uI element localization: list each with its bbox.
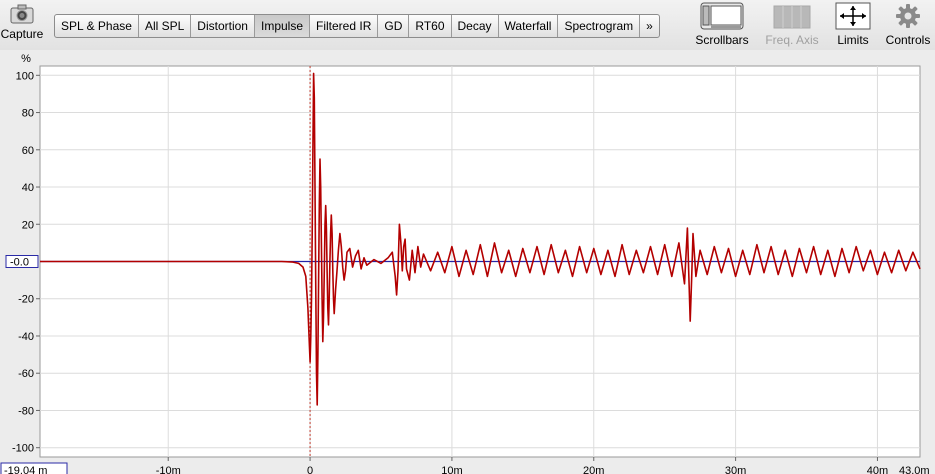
y-tick-label: -100	[12, 443, 34, 455]
y-tick-label: 60	[22, 145, 34, 157]
tab-spl-phase[interactable]: SPL & Phase	[55, 15, 139, 37]
tab-gd[interactable]: GD	[378, 15, 410, 37]
gear-icon	[896, 4, 920, 28]
y-tick-label: -40	[18, 331, 34, 343]
scrollbars-button[interactable]: Scrollbars	[692, 2, 752, 47]
x-end-value: 43.0m	[899, 465, 930, 474]
x-tick-label: 10m	[441, 465, 462, 474]
capture-button[interactable]: Capture	[0, 4, 44, 41]
scrollbars-icon	[700, 2, 744, 30]
camera-icon	[10, 4, 34, 24]
x-tick-label: -10m	[156, 465, 181, 474]
impulse-chart[interactable]: % 100 80 60 40 20 -20 -40 -60 -80 -100 -10m 0 10m 20…	[0, 50, 935, 474]
freq-axis-label: Freq. Axis	[765, 33, 819, 47]
tab-decay[interactable]: Decay	[452, 15, 499, 37]
y-tick-label: -20	[18, 294, 34, 306]
y-tick-label: 100	[16, 70, 34, 82]
tab-distortion[interactable]: Distortion	[191, 15, 255, 37]
x-axis: -10m 0 10m 20m 30m 40m	[156, 457, 888, 474]
y-tick-label: 80	[22, 108, 34, 120]
scrollbars-label: Scrollbars	[695, 33, 749, 47]
freq-axis-icon	[773, 5, 811, 29]
tab-bar: SPL & Phase All SPL Distortion Impulse Filte…	[54, 14, 660, 38]
x-tick-label: 20m	[583, 465, 604, 474]
x-tick-label: 40m	[867, 465, 888, 474]
x-start-value: -19.04 m	[4, 465, 47, 474]
tab-all-spl[interactable]: All SPL	[139, 15, 192, 37]
limits-icon	[835, 2, 871, 30]
x-tick-label: 30m	[725, 465, 746, 474]
controls-button[interactable]: Controls	[880, 2, 935, 47]
y-cursor-value: -0.0	[10, 257, 29, 269]
tab-waterfall[interactable]: Waterfall	[499, 15, 559, 37]
tab-spectrogram[interactable]: Spectrogram	[558, 15, 641, 37]
y-tick-label: -60	[18, 368, 34, 380]
limits-button[interactable]: Limits	[832, 2, 874, 47]
tab-more[interactable]: »	[640, 15, 659, 37]
x-tick-label: 0	[307, 465, 313, 474]
y-tick-label: -80	[18, 405, 34, 417]
tab-impulse[interactable]: Impulse	[254, 15, 311, 37]
tab-rt60[interactable]: RT60	[409, 15, 452, 37]
tab-filtered-ir[interactable]: Filtered IR	[310, 15, 379, 37]
y-tick-label: 40	[22, 182, 34, 194]
freq-axis-button[interactable]: Freq. Axis	[760, 2, 824, 47]
y-axis-unit-label: %	[21, 53, 31, 65]
limits-label: Limits	[837, 33, 869, 47]
controls-label: Controls	[885, 33, 931, 47]
y-tick-label: 20	[22, 219, 34, 231]
capture-label: Capture	[0, 27, 44, 41]
toolbar: Capture SPL & Phase All SPL Distortion Impu…	[0, 0, 935, 50]
